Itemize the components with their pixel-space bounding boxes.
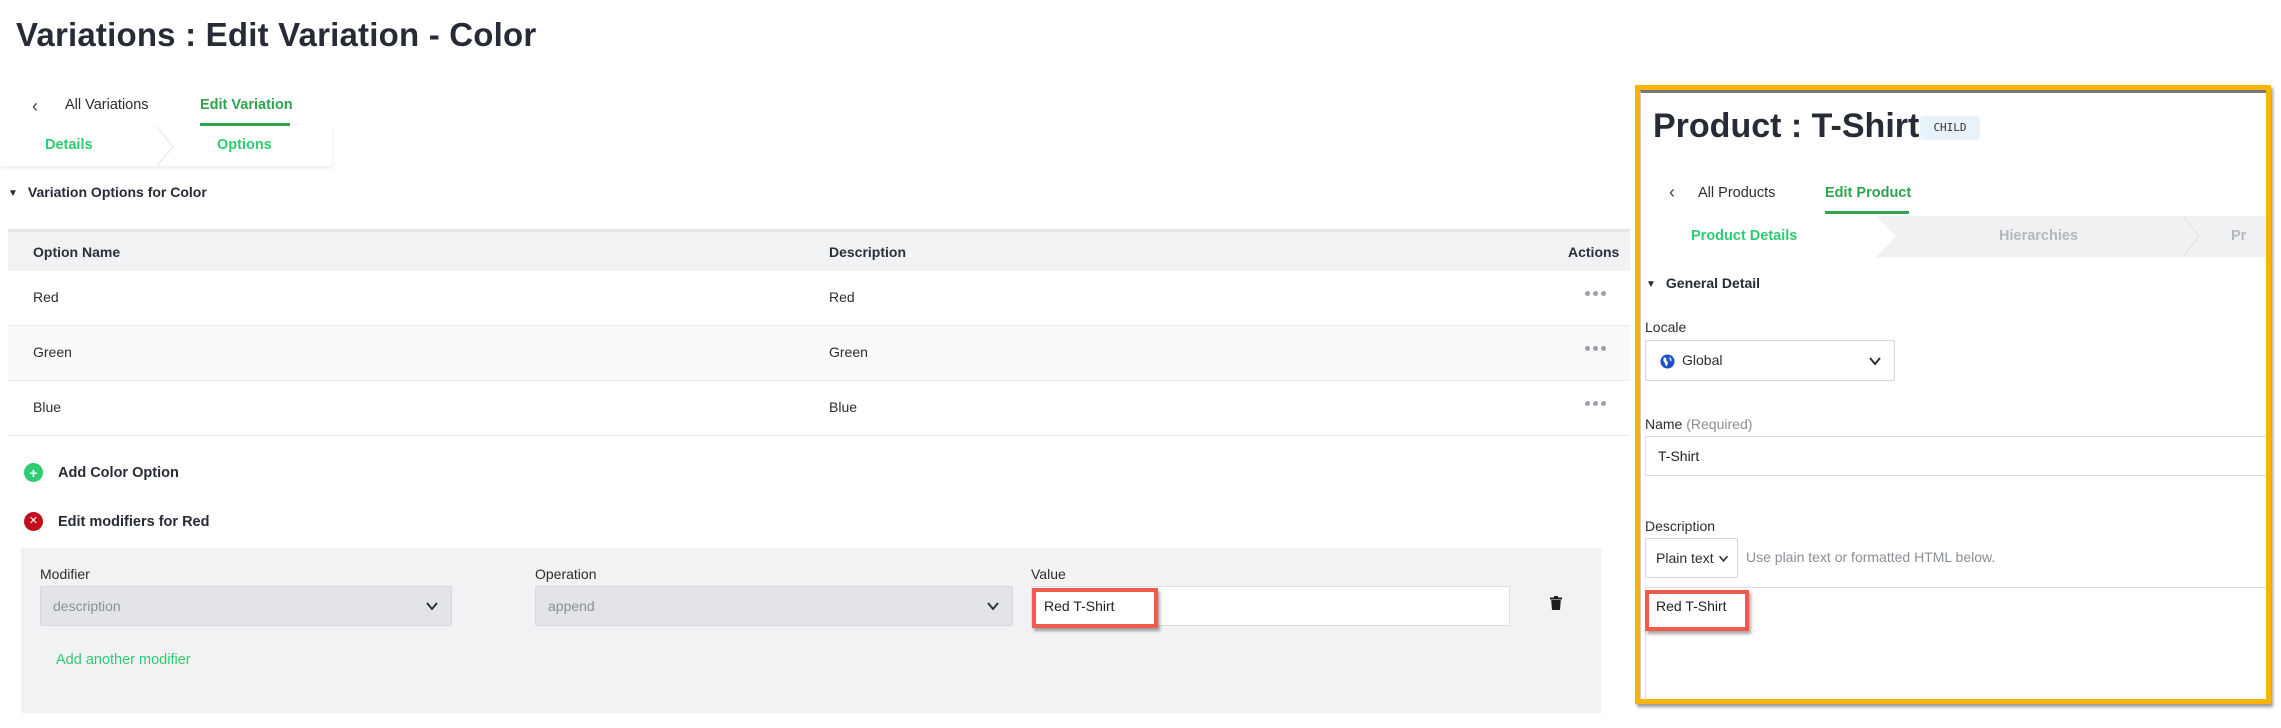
active-tab-underline — [200, 123, 290, 126]
highlight-box — [1032, 588, 1158, 628]
option-description: Blue — [829, 399, 858, 415]
section-title: General Detail — [1665, 275, 1761, 291]
table-header: Option Name Description Actions — [8, 229, 1630, 271]
operation-select[interactable]: append — [535, 586, 1013, 626]
section-title: Variation Options for Color — [27, 184, 207, 200]
caret-down-icon: ▼ — [1646, 279, 1656, 290]
step-options[interactable]: Options — [217, 137, 272, 153]
name-label-text: Name — [1645, 416, 1683, 432]
operation-label: Operation — [535, 566, 597, 582]
format-select-value: Plain text — [1656, 550, 1714, 566]
globe-icon — [1660, 354, 1675, 369]
product-panel-content: Product : T-Shirt CHILD ‹ All Products E… — [1640, 90, 2266, 699]
step-product-details[interactable]: Product Details — [1691, 228, 1797, 244]
step-hierarchies[interactable]: Hierarchies — [1999, 228, 2078, 244]
chevron-left-icon[interactable]: ‹ — [32, 96, 38, 117]
format-hint: Use plain text or formatted HTML below. — [1746, 549, 1996, 565]
option-name: Blue — [33, 399, 62, 415]
active-tab-underline — [1825, 211, 1909, 214]
locale-value: Global — [1682, 352, 1723, 368]
add-another-modifier-link[interactable]: Add another modifier — [56, 652, 191, 668]
highlight-box — [1645, 590, 1749, 631]
more-actions-icon[interactable] — [1585, 346, 1606, 351]
options-table: Option Name Description Actions Red Red … — [8, 229, 1630, 436]
chevron-down-icon — [1718, 555, 1729, 563]
tab-all-variations[interactable]: All Variations — [65, 97, 149, 113]
product-panel: Product : T-Shirt CHILD ‹ All Products E… — [1635, 85, 2271, 704]
step-details[interactable]: Details — [45, 137, 93, 153]
value-label: Value — [1031, 566, 1066, 582]
modifier-select[interactable]: description — [40, 586, 452, 626]
step-separator — [156, 127, 174, 166]
table-row: Blue Blue — [8, 381, 1630, 436]
tab-all-products[interactable]: All Products — [1698, 185, 1775, 201]
tab-edit-variation[interactable]: Edit Variation — [200, 97, 293, 113]
modifier-select-value: description — [53, 598, 121, 614]
nav-tabs: ‹ All Variations Edit Variation — [0, 88, 1630, 126]
column-header-option-name: Option Name — [33, 244, 121, 260]
name-input[interactable]: T-Shirt — [1645, 436, 2266, 476]
product-steps-bar: Product Details Hierarchies Pr — [1641, 216, 2266, 257]
steps-bar: Details Options — [0, 127, 332, 166]
trash-icon[interactable] — [1550, 596, 1562, 610]
add-color-option-label: Add Color Option — [58, 464, 179, 481]
modifier-panel — [21, 548, 1601, 713]
chevron-down-icon — [987, 602, 999, 611]
option-name: Red — [33, 289, 59, 305]
locale-label: Locale — [1645, 319, 1687, 335]
page-title: Variations : Edit Variation - Color — [16, 16, 537, 53]
operation-select-value: append — [548, 598, 595, 614]
option-description: Red — [829, 289, 855, 305]
edit-modifiers-label: Edit modifiers for Red — [58, 513, 210, 530]
edit-modifiers-toggle[interactable]: ✕ Edit modifiers for Red — [24, 512, 209, 531]
locale-select[interactable]: Global — [1645, 340, 1895, 381]
chevron-down-icon — [1869, 357, 1881, 366]
option-name: Green — [33, 344, 72, 360]
name-input-text: T-Shirt — [1658, 448, 1700, 464]
option-description: Green — [829, 344, 868, 360]
section-header-general-detail[interactable]: ▼ General Detail — [1646, 275, 1760, 291]
caret-down-icon: ▼ — [8, 188, 18, 199]
table-row: Green Green — [8, 326, 1630, 381]
product-title: Product : T-Shirt — [1653, 107, 1920, 145]
add-color-option-button[interactable]: + Add Color Option — [24, 463, 179, 482]
required-indicator: (Required) — [1686, 416, 1753, 432]
column-header-description: Description — [829, 244, 907, 260]
chevron-down-icon — [426, 602, 438, 611]
more-actions-icon[interactable] — [1585, 401, 1606, 406]
section-header-variation-options[interactable]: ▼ Variation Options for Color — [8, 184, 207, 200]
more-actions-icon[interactable] — [1585, 291, 1606, 296]
step-separator — [2182, 216, 2200, 257]
step-next-truncated[interactable]: Pr — [2231, 228, 2246, 244]
format-select[interactable]: Plain text — [1645, 538, 1738, 578]
tab-edit-product[interactable]: Edit Product — [1825, 185, 1911, 201]
child-badge: CHILD — [1920, 116, 1980, 140]
close-circle-icon: ✕ — [24, 512, 43, 531]
description-label: Description — [1645, 518, 1716, 534]
column-header-actions: Actions — [1568, 244, 1620, 260]
modifier-label: Modifier — [40, 566, 90, 582]
name-label: Name (Required) — [1645, 416, 1752, 432]
table-row: Red Red — [8, 271, 1630, 326]
chevron-left-icon[interactable]: ‹ — [1669, 182, 1675, 203]
plus-circle-icon: + — [24, 463, 43, 482]
